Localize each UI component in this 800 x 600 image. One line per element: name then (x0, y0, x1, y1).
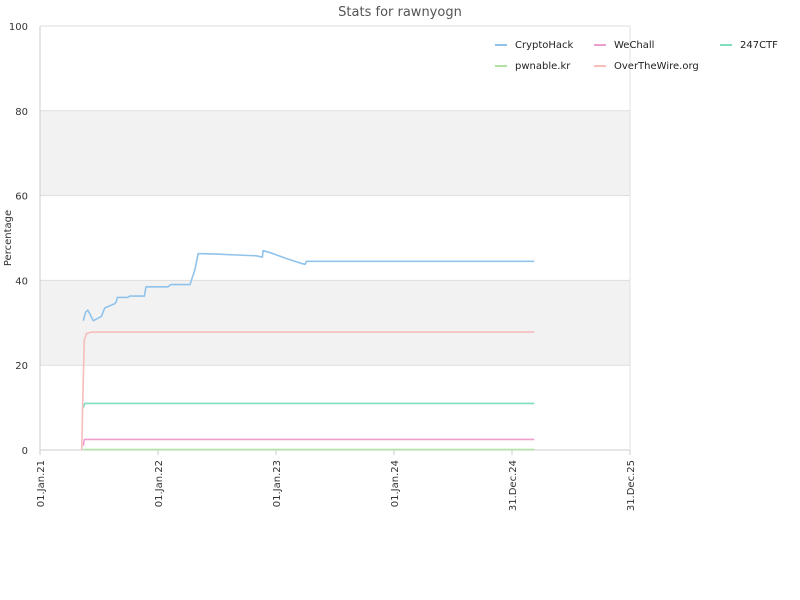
x-tick-label: 01.Jan.24 (390, 460, 401, 507)
y-tick-label: 0 (22, 446, 28, 457)
x-tick-label: 01.Jan.21 (36, 460, 47, 507)
x-tick-label: 31.Dec.24 (508, 460, 519, 511)
axes (39, 26, 631, 455)
grid-lines (40, 25, 630, 451)
grid-band (40, 280, 630, 366)
grid-bands (40, 110, 630, 366)
y-tick-label: 20 (15, 361, 28, 372)
y-axis-label: Percentage (3, 210, 14, 266)
legend-label: CryptoHack (515, 40, 574, 51)
y-tick-label: 40 (15, 276, 28, 287)
chart: 0 20 40 60 80 100 01.Jan.21 01.Jan.22 01.Jan.23… (3, 5, 778, 511)
legend-label: 247CTF (740, 40, 778, 51)
legend-label: OverTheWire.org (614, 61, 699, 72)
grid-band (40, 110, 630, 196)
series-line-wechall (82, 438, 535, 446)
legend-label: WeChall (614, 40, 654, 51)
y-tick-label: 100 (9, 22, 28, 33)
y-tick-label: 80 (15, 107, 28, 118)
y-tick-label: 60 (15, 192, 28, 203)
chart-title: Stats for rawnyogn (338, 5, 462, 20)
x-tick-label: 01.Jan.23 (272, 460, 283, 507)
x-tick-label: 31.Dec.25 (626, 460, 637, 511)
legend: CryptoHack WeChall 247CTF pwnable.kr OverThe… (495, 40, 778, 72)
series-line-247ctf (82, 402, 535, 408)
x-tick-label: 01.Jan.22 (154, 460, 165, 507)
x-tick-labels: 01.Jan.21 01.Jan.22 01.Jan.23 01.Jan.24 31.D… (36, 460, 637, 511)
legend-label: pwnable.kr (515, 61, 571, 72)
